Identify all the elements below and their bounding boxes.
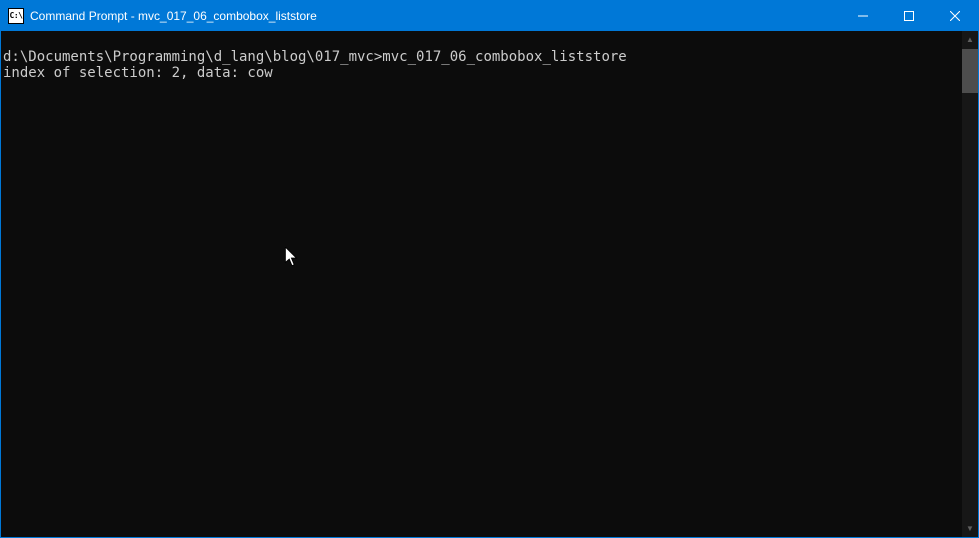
command-prompt-window: C:\ Command Prompt - mvc_017_06_combobox… bbox=[1, 1, 978, 537]
minimize-icon bbox=[858, 11, 868, 21]
scroll-down-arrow-icon[interactable]: ▼ bbox=[962, 520, 978, 537]
output-line: index of selection: 2, data: cow bbox=[3, 65, 273, 81]
scrollbar-thumb[interactable] bbox=[962, 49, 978, 93]
close-icon bbox=[950, 11, 960, 21]
close-button[interactable] bbox=[932, 1, 978, 31]
minimize-button[interactable] bbox=[840, 1, 886, 31]
app-icon: C:\ bbox=[8, 8, 24, 24]
maximize-button[interactable] bbox=[886, 1, 932, 31]
window-controls bbox=[840, 1, 978, 31]
vertical-scrollbar[interactable]: ▲ ▼ bbox=[962, 31, 978, 537]
terminal-output[interactable]: d:\Documents\Programming\d_lang\blog\017… bbox=[1, 49, 962, 537]
maximize-icon bbox=[904, 11, 914, 21]
command-text: mvc_017_06_combobox_liststore bbox=[382, 49, 626, 65]
titlebar[interactable]: C:\ Command Prompt - mvc_017_06_combobox… bbox=[1, 1, 978, 31]
prompt-path: d:\Documents\Programming\d_lang\blog\017… bbox=[3, 49, 382, 65]
window-title: Command Prompt - mvc_017_06_combobox_lis… bbox=[30, 9, 840, 23]
scroll-up-arrow-icon[interactable]: ▲ bbox=[962, 31, 978, 48]
app-icon-glyph: C:\ bbox=[10, 12, 23, 20]
client-area: d:\Documents\Programming\d_lang\blog\017… bbox=[1, 31, 978, 537]
